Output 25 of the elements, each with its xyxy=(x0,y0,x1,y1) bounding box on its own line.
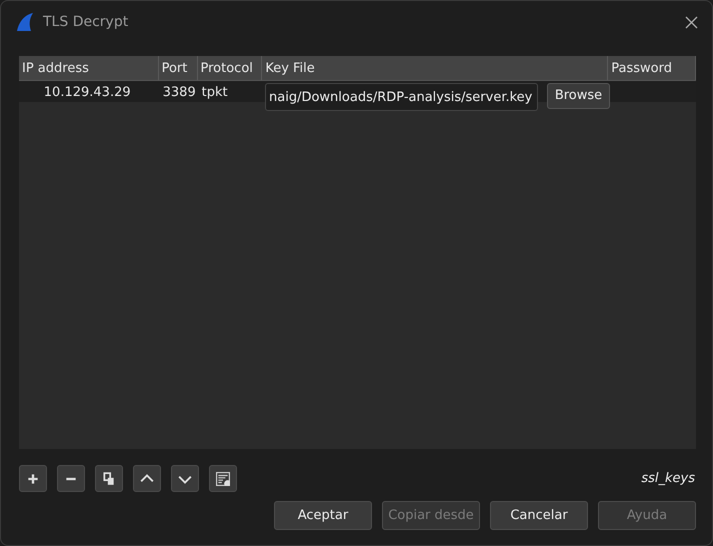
clear-list-icon xyxy=(216,472,230,486)
column-header[interactable]: Key File xyxy=(262,56,608,80)
table-cell: 3389 xyxy=(162,85,196,100)
copy-button[interactable] xyxy=(95,465,123,492)
browse-button[interactable]: Browse xyxy=(547,83,610,109)
plus-button[interactable] xyxy=(19,465,47,492)
file-label: ssl_keys xyxy=(641,470,695,488)
column-header[interactable]: Port xyxy=(158,56,198,80)
column-header[interactable]: IP address xyxy=(19,56,159,80)
clear-list-button[interactable] xyxy=(209,465,237,492)
dialog-button[interactable]: Cancelar xyxy=(490,501,588,530)
close-icon[interactable] xyxy=(685,16,698,28)
table-cell: tpkt xyxy=(202,85,228,100)
plus-icon xyxy=(26,472,40,486)
column-header[interactable]: Password xyxy=(608,56,696,80)
key-file-field[interactable]: naig/Downloads/RDP-analysis/server.key xyxy=(265,83,538,111)
chevron-down-button[interactable] xyxy=(171,465,199,492)
column-header[interactable]: Protocol xyxy=(198,56,262,80)
window-title: TLS Decrypt xyxy=(43,12,128,32)
app-logo-icon xyxy=(15,12,35,32)
chevron-up-button[interactable] xyxy=(133,465,161,492)
table-cell: 10.129.43.29 xyxy=(44,85,131,100)
dialog-button[interactable]: Aceptar xyxy=(274,501,372,530)
copy-icon xyxy=(102,472,116,486)
minus-button[interactable] xyxy=(57,465,85,492)
